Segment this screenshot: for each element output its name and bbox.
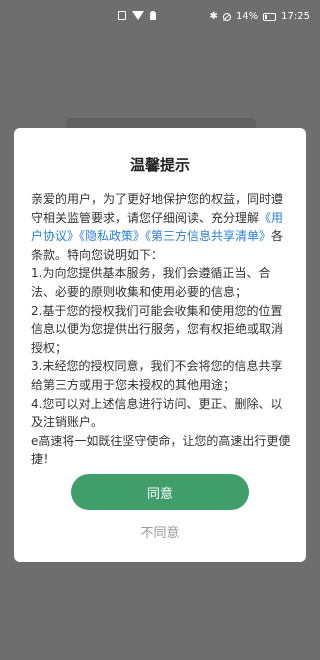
third-party-list-link[interactable]: 《第三方信息共享清单》 bbox=[145, 229, 271, 243]
list-item: 4.您可以对上述信息进行访问、更正、删除、以及注销账户。 bbox=[31, 396, 283, 430]
bluetooth-icon: ✱ bbox=[209, 10, 218, 22]
agree-button[interactable]: 同意 bbox=[71, 474, 249, 510]
status-icons-right: ✱ 14% 17:25 bbox=[210, 11, 310, 22]
battery-icon bbox=[263, 12, 277, 21]
clock: 17:25 bbox=[281, 11, 310, 22]
status-bar: ✱ 14% 17:25 bbox=[0, 0, 320, 34]
do-not-disturb-icon bbox=[222, 12, 231, 21]
disagree-button[interactable]: 不同意 bbox=[14, 522, 306, 541]
sim-card-icon bbox=[118, 11, 126, 20]
privacy-policy-link[interactable]: 《隐私政策》 bbox=[79, 229, 145, 243]
list-item: 3.未经您的授权同意，我们不会将您的信息共享给第三方或用于您未授权的其他用途； bbox=[31, 359, 283, 392]
status-icons-left bbox=[118, 11, 156, 20]
privacy-dialog: 温馨提示 亲爱的用户，为了更好地保护您的权益，同时遵守相关监管要求，请您仔细阅读… bbox=[14, 128, 306, 562]
wifi-icon bbox=[132, 11, 144, 20]
intro-paragraph: 亲爱的用户，为了更好地保护您的权益，同时遵守相关监管要求，请您仔细阅读、充分理解… bbox=[31, 190, 293, 264]
battery-percent: 14% bbox=[235, 11, 259, 22]
notification-icon bbox=[150, 11, 156, 20]
closing-text: e高速将一如既往坚守使命，让您的高速出行更便捷！ bbox=[31, 433, 291, 467]
dialog-title: 温馨提示 bbox=[129, 156, 190, 174]
intro-text: 亲爱的用户，为了更好地保护您的权益，同时遵守相关监管要求，请您仔细阅读、充分理解 bbox=[31, 192, 284, 225]
list-item: 2.基于您的授权我们可能会收集和使用您的位置信息以便为您提供出行服务，您有权拒绝… bbox=[31, 303, 284, 355]
dialog-body: 亲爱的用户，为了更好地保护您的权益，同时遵守相关监管要求，请您仔细阅读、充分理解… bbox=[31, 190, 293, 469]
list-item: 1.为向您提供基本服务，我们会遵循正当、合法、必要的原则收集和使用必要的信息； bbox=[31, 266, 271, 299]
